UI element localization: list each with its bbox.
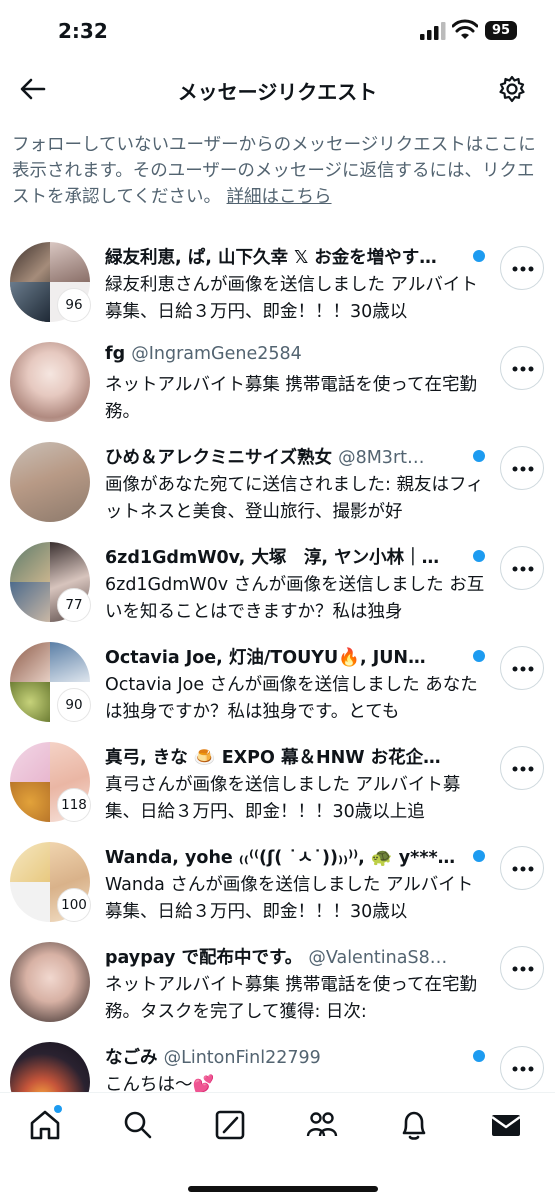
sender-names: 真弓, きな 🍮 EXPO 幕＆HNW お花企… bbox=[105, 748, 441, 768]
unread-dot bbox=[473, 550, 485, 562]
wifi-icon bbox=[452, 19, 478, 39]
more-dots-icon bbox=[512, 766, 534, 772]
learn-more-link[interactable]: 詳細はこちら bbox=[227, 187, 332, 207]
list-item[interactable]: paypay で配布中です。 @ValentinaS8… ネットアルバイト募集 … bbox=[0, 936, 555, 1036]
home-indicator bbox=[188, 1186, 378, 1192]
list-item[interactable]: 96 緑友利恵, ぱ, 山下久幸 𝕏 お金を増やす… 緑友利恵さんが画像を送信し… bbox=[0, 236, 555, 336]
conversation-names: なごみ @LintonFinl22799 bbox=[105, 1044, 480, 1069]
member-count-badge: 118 bbox=[57, 788, 91, 822]
list-item[interactable]: ひめ＆アレクミニサイズ熟女 @8M3rt… 画像があなた宛てに送信されました: … bbox=[0, 436, 555, 536]
list-item[interactable]: 100 Wanda, yohe ₍₍⁽⁽(ʃ( ˙ㅅ˙))₎₎⁾⁾, 🐢 y**… bbox=[0, 836, 555, 936]
more-dots-icon bbox=[512, 1066, 534, 1072]
message-preview: Wanda さんが画像を送信しました アルバイト募集、日給３万円、即金！！！30… bbox=[105, 875, 474, 922]
unread-dot bbox=[473, 1050, 485, 1062]
messages-icon[interactable] bbox=[488, 1107, 524, 1143]
message-preview: ネットアルバイト募集 携帯電話を使って在宅勤務。タスクを完了して獲得: 日次: bbox=[105, 975, 478, 1022]
status-time: 2:32 bbox=[58, 19, 108, 43]
more-options-button[interactable] bbox=[500, 246, 544, 290]
avatar bbox=[10, 942, 90, 1022]
new-activity-dot bbox=[54, 1105, 62, 1113]
message-preview: 緑友利恵さんが画像を送信しました アルバイト募集、日給３万円、即金！！！30歳以 bbox=[105, 275, 478, 322]
sender-handle: @8M3rt… bbox=[338, 448, 425, 468]
more-dots-icon bbox=[512, 266, 534, 272]
more-options-button[interactable] bbox=[500, 946, 544, 990]
more-dots-icon bbox=[512, 866, 534, 872]
gear-icon[interactable] bbox=[497, 74, 527, 104]
more-options-button[interactable] bbox=[500, 646, 544, 690]
message-preview: 真弓さんが画像を送信しました アルバイト募集、日給３万円、即金！！！30歳以上追 bbox=[105, 775, 461, 822]
unread-dot bbox=[473, 850, 485, 862]
conversation-names: 真弓, きな 🍮 EXPO 幕＆HNW お花企… bbox=[105, 744, 480, 769]
avatar bbox=[10, 442, 90, 522]
conversation-names: fg @IngramGene2584 bbox=[105, 344, 480, 364]
message-preview: ネットアルバイト募集 携帯電話を使って在宅勤務。 bbox=[105, 375, 478, 422]
more-options-button[interactable] bbox=[500, 546, 544, 590]
unread-dot bbox=[473, 650, 485, 662]
member-count-badge: 90 bbox=[57, 688, 91, 722]
sender-handle: @LintonFinl22799 bbox=[163, 1048, 321, 1068]
sender-handle: @IngramGene2584 bbox=[131, 344, 302, 364]
more-options-button[interactable] bbox=[500, 746, 544, 790]
conversation-names: Octavia Joe, 灯油/TOUYU🔥, JUN… bbox=[105, 644, 480, 669]
conversation-names: Wanda, yohe ₍₍⁽⁽(ʃ( ˙ㅅ˙))₎₎⁾⁾, 🐢 y***… bbox=[105, 844, 480, 869]
list-item[interactable]: 118 真弓, きな 🍮 EXPO 幕＆HNW お花企… 真弓さんが画像を送信し… bbox=[0, 736, 555, 836]
list-item[interactable]: 90 Octavia Joe, 灯油/TOUYU🔥, JUN… Octavia … bbox=[0, 636, 555, 736]
notifications-icon[interactable] bbox=[396, 1107, 432, 1143]
message-preview: Octavia Joe さんが画像を送信しました あなたは独身ですか？私は独身で… bbox=[105, 675, 478, 722]
request-description: フォローしていないユーザーからのメッセージリクエストはここに表示されます。そのユ… bbox=[12, 132, 547, 210]
avatar bbox=[10, 342, 90, 422]
member-count-badge: 100 bbox=[57, 888, 91, 922]
message-preview: 画像があなた宛てに送信されました: 親友はフィットネスと美食、登山旅行、撮影が好 bbox=[105, 475, 484, 522]
communities-icon[interactable] bbox=[304, 1107, 340, 1143]
list-item[interactable]: fg @IngramGene2584 ネットアルバイト募集 携帯電話を使って在宅… bbox=[0, 336, 555, 436]
status-bar: 2:32 95 bbox=[0, 0, 555, 62]
more-options-button[interactable] bbox=[500, 346, 544, 390]
member-count-badge: 96 bbox=[57, 288, 91, 322]
more-options-button[interactable] bbox=[500, 1046, 544, 1090]
header: メッセージリクエスト bbox=[0, 62, 555, 118]
sender-name: ひめ＆アレクミニサイズ熟女 bbox=[105, 448, 332, 468]
search-icon[interactable] bbox=[120, 1107, 156, 1143]
message-preview: 6zd1GdmW0v さんが画像を送信しました お互いを知ることはできますか？私… bbox=[105, 575, 485, 622]
conversation-names: ひめ＆アレクミニサイズ熟女 @8M3rt… bbox=[105, 444, 480, 469]
message-request-list: 96 緑友利恵, ぱ, 山下久幸 𝕏 お金を増やす… 緑友利恵さんが画像を送信し… bbox=[0, 236, 555, 1136]
unread-dot bbox=[473, 450, 485, 462]
conversation-names: paypay で配布中です。 @ValentinaS8… bbox=[105, 944, 480, 969]
cellular-signal-icon bbox=[420, 22, 446, 40]
bottom-tab-bar bbox=[0, 1092, 555, 1200]
more-dots-icon bbox=[512, 666, 534, 672]
sender-names: Octavia Joe, 灯油/TOUYU🔥, JUN… bbox=[105, 648, 426, 668]
grok-icon[interactable] bbox=[212, 1107, 248, 1143]
conversation-names: 6zd1GdmW0v, 大塚 淳, ヤン小林｜… bbox=[105, 544, 480, 569]
unread-dot bbox=[473, 250, 485, 262]
battery-indicator: 95 bbox=[485, 21, 517, 40]
sender-names: 6zd1GdmW0v, 大塚 淳, ヤン小林｜… bbox=[105, 548, 440, 568]
member-count-badge: 77 bbox=[57, 588, 91, 622]
more-dots-icon bbox=[512, 366, 534, 372]
page-title: メッセージリクエスト bbox=[177, 80, 378, 104]
conversation-names: 緑友利恵, ぱ, 山下久幸 𝕏 お金を増やす… bbox=[105, 244, 480, 269]
more-dots-icon bbox=[512, 566, 534, 572]
sender-name: なごみ bbox=[105, 1048, 158, 1068]
sender-name: fg bbox=[105, 344, 126, 364]
more-options-button[interactable] bbox=[500, 446, 544, 490]
more-options-button[interactable] bbox=[500, 846, 544, 890]
sender-name: paypay で配布中です。 bbox=[105, 948, 303, 968]
more-dots-icon bbox=[512, 966, 534, 972]
more-dots-icon bbox=[512, 466, 534, 472]
sender-names: Wanda, yohe ₍₍⁽⁽(ʃ( ˙ㅅ˙))₎₎⁾⁾, 🐢 y***… bbox=[105, 848, 456, 868]
sender-handle: @ValentinaS8… bbox=[308, 948, 448, 968]
sender-names: 緑友利恵, ぱ, 山下久幸 𝕏 お金を増やす… bbox=[105, 248, 437, 268]
list-item[interactable]: 77 6zd1GdmW0v, 大塚 淳, ヤン小林｜… 6zd1GdmW0v さ… bbox=[0, 536, 555, 636]
